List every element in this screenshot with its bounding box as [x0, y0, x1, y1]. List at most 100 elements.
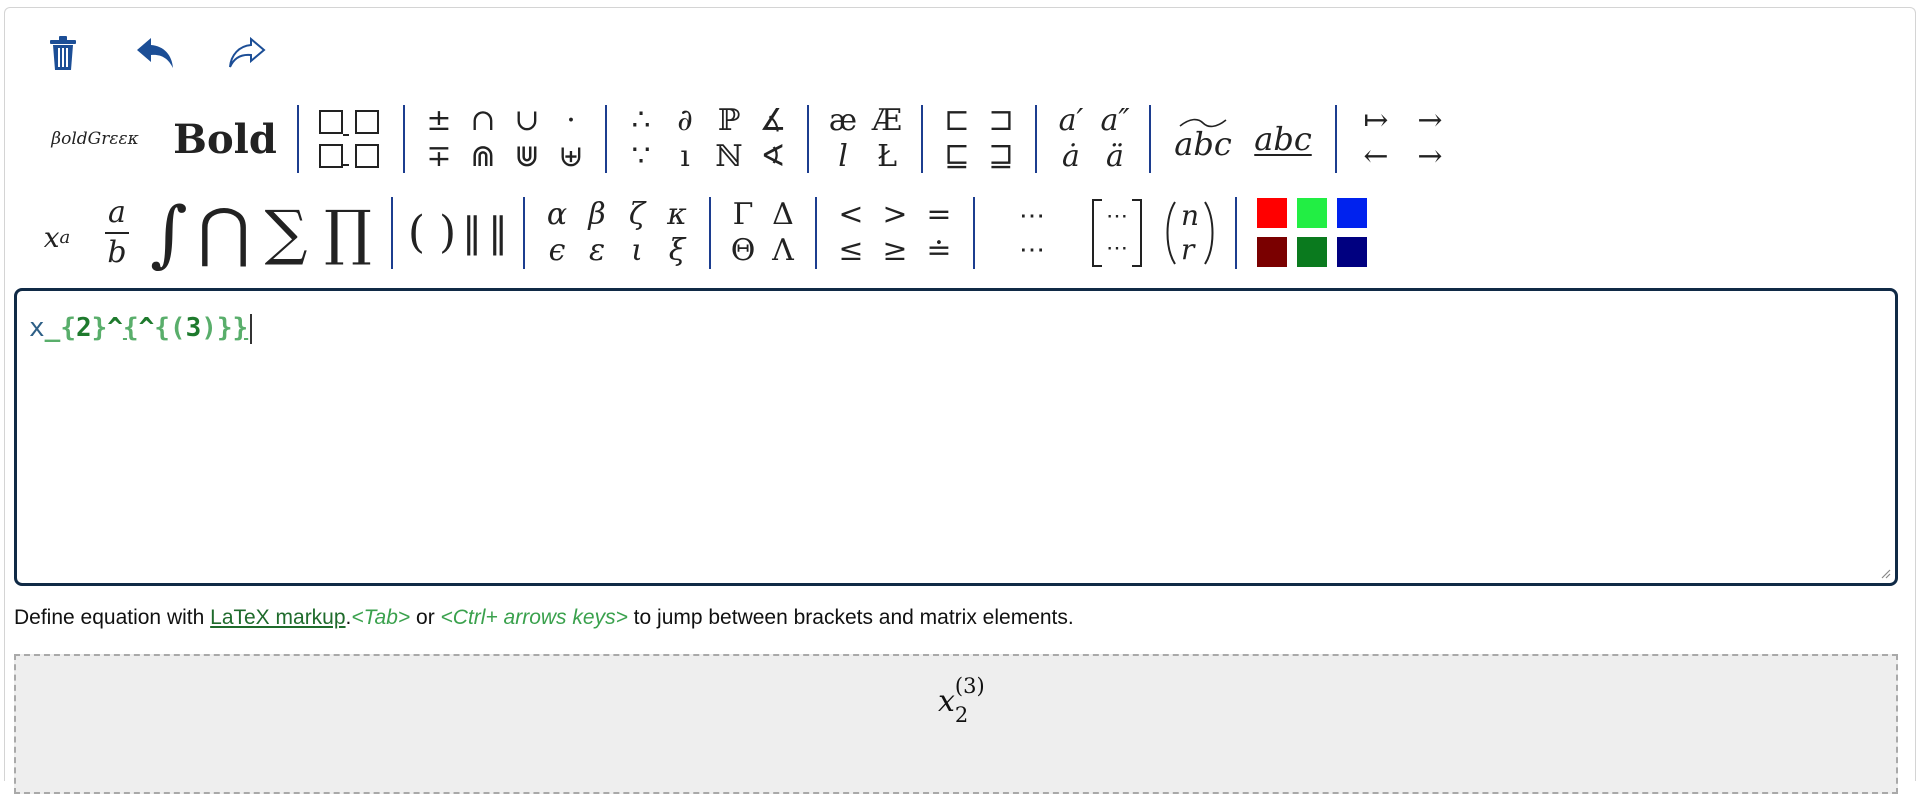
relation-symbol[interactable]: ≐	[926, 235, 951, 266]
greek-symbol[interactable]: ε	[589, 235, 605, 266]
help-prefix: Define equation with	[14, 606, 211, 629]
arrow-symbol[interactable]: ↦	[1363, 106, 1388, 136]
norm-button[interactable]: ‖	[485, 210, 511, 256]
latex-token: x	[29, 313, 45, 343]
parentheses-button[interactable]: ( )	[405, 207, 459, 258]
logic-symbol[interactable]: ∢	[760, 142, 785, 172]
integral-button[interactable]: ∫	[145, 191, 193, 275]
color-swatch-dark-green[interactable]	[1297, 237, 1327, 267]
greek-symbol[interactable]: ζ	[629, 199, 645, 230]
operator-symbol[interactable]: ⊎	[558, 142, 583, 172]
logic-symbol[interactable]: ı	[680, 142, 690, 172]
latex-token: {	[154, 313, 170, 343]
greek-symbol[interactable]: Λ	[772, 235, 794, 266]
text-caret	[250, 313, 253, 344]
letter-symbol[interactable]: l	[838, 142, 848, 172]
subsets-grid: ⊏ ⊐ ⊑ ⊒	[935, 103, 1023, 175]
greek-symbol[interactable]: α	[547, 199, 567, 230]
underline-button[interactable]: abc	[1243, 120, 1323, 158]
accent-symbol[interactable]: a″	[1100, 106, 1129, 136]
bold-greek-button[interactable]: βoldGrεεκ	[25, 129, 165, 149]
greek-symbol[interactable]: ϵ	[549, 235, 566, 266]
product-button[interactable]: ∏	[317, 198, 379, 268]
superscript-button[interactable]: xa	[25, 211, 89, 254]
greek-symbol[interactable]: κ	[667, 199, 687, 230]
operator-symbol[interactable]: ⋓	[514, 142, 539, 172]
logic-symbol[interactable]: ℕ	[715, 142, 742, 172]
logic-symbol[interactable]: ∂	[677, 106, 693, 136]
operator-symbol[interactable]: ∓	[426, 142, 451, 172]
redo-icon[interactable]	[224, 30, 270, 76]
trash-icon[interactable]	[40, 30, 86, 76]
color-swatch-blue[interactable]	[1337, 198, 1367, 228]
letter-symbol[interactable]: Æ	[872, 106, 902, 136]
subset-symbol[interactable]: ⊐	[988, 106, 1013, 136]
letter-symbol[interactable]: æ	[829, 106, 857, 136]
greek-symbol[interactable]: ξ	[669, 235, 686, 266]
superscript-base: x	[43, 221, 60, 254]
greek-symbol[interactable]: Θ	[731, 235, 756, 266]
latex-markup-link[interactable]: LaTeX markup	[210, 606, 345, 629]
operator-symbol[interactable]: ⋒	[470, 142, 495, 172]
logic-symbol[interactable]: ∡	[760, 106, 787, 136]
color-swatch-dark-red[interactable]	[1257, 237, 1287, 267]
operator-symbol[interactable]: ±	[426, 106, 451, 136]
logic-grid: ∴ ∂ ℙ ∡ ∵ ı ℕ ∢	[619, 103, 795, 175]
matrix-row: ⋯	[1106, 203, 1128, 229]
norm-button[interactable]: ‖	[459, 210, 485, 256]
widetilde-button[interactable]: abc	[1163, 118, 1243, 160]
arrows-grid: ↦ → ← →	[1349, 103, 1457, 175]
greek-symbol[interactable]: ι	[631, 235, 643, 266]
fraction-button[interactable]: a b	[89, 197, 145, 268]
binomial-paren-right-icon	[1204, 200, 1214, 265]
resize-handle-icon[interactable]	[1879, 567, 1891, 579]
latex-token: 3	[185, 313, 202, 343]
dots-row: ⋯	[1019, 234, 1045, 265]
arrow-symbol[interactable]: ←	[1363, 142, 1388, 172]
operator-symbol[interactable]: ∩	[470, 106, 495, 136]
subset-symbol[interactable]: ⊏	[944, 106, 969, 136]
subscript-layout-icon[interactable]	[311, 107, 391, 171]
accent-symbol[interactable]: a′	[1059, 106, 1084, 136]
logic-symbol[interactable]: ∴	[631, 106, 650, 136]
arrow-symbol[interactable]: →	[1417, 142, 1442, 172]
subset-symbol[interactable]: ⊒	[988, 142, 1013, 172]
color-swatch-red[interactable]	[1257, 198, 1287, 228]
relation-symbol[interactable]: ≥	[882, 235, 907, 266]
big-cap-button[interactable]: ⋂	[193, 196, 255, 270]
operator-symbol[interactable]: ·	[566, 106, 576, 136]
greek-symbol[interactable]: β	[588, 199, 605, 230]
color-swatch-navy[interactable]	[1337, 237, 1367, 267]
subset-symbol[interactable]: ⊑	[944, 142, 969, 172]
toolbar-row-1: βoldGrεεκ Bold ± ∩ ∪ · ∓ ⋒ ⋓ ⊎ ∴ ∂ ℙ ∡ ∵…	[25, 100, 1457, 178]
bold-button[interactable]: Bold	[165, 116, 285, 163]
equation-superscript: (3)	[954, 674, 985, 698]
relation-symbol[interactable]: <	[838, 199, 863, 230]
latex-editor-textarea[interactable]: x_{2}^{^{(3)}}	[14, 288, 1898, 586]
accent-symbol[interactable]: ȧ	[1062, 142, 1080, 172]
arrow-symbol[interactable]: →	[1417, 106, 1442, 136]
binomial-button[interactable]: n r	[1157, 200, 1223, 266]
fraction-bar	[105, 231, 129, 234]
letters-grid: æ Æ l Ł	[821, 103, 909, 175]
relation-symbol[interactable]: ≤	[838, 235, 863, 266]
matrix-button[interactable]: ⋯ ⋯	[1077, 198, 1157, 267]
accent-symbol[interactable]: ä	[1106, 142, 1124, 172]
toolbar-row-2: xa a b ∫ ⋂ ∑ ∏ ( ) ‖ ‖ α β ζ κ ϵ ε ι ξ Γ…	[25, 190, 1367, 275]
logic-symbol[interactable]: ∵	[631, 142, 650, 172]
relation-symbol[interactable]: =	[926, 199, 951, 230]
relation-symbol[interactable]: >	[882, 199, 907, 230]
greek-symbol[interactable]: Γ	[733, 199, 754, 230]
matrix-bracket-right	[1132, 198, 1142, 267]
logic-symbol[interactable]: ℙ	[718, 106, 741, 136]
greek-symbol[interactable]: Δ	[772, 199, 794, 230]
latex-token: ^	[107, 313, 123, 343]
operator-symbol[interactable]: ∪	[514, 106, 539, 136]
toolbar-separator	[605, 105, 607, 173]
undo-icon[interactable]	[132, 30, 178, 76]
color-swatch-green[interactable]	[1297, 198, 1327, 228]
dots-button[interactable]: ⋯ ⋯	[987, 203, 1077, 263]
sum-button[interactable]: ∑	[255, 198, 317, 268]
toolbar-separator	[403, 105, 405, 173]
letter-symbol[interactable]: Ł	[877, 142, 897, 172]
